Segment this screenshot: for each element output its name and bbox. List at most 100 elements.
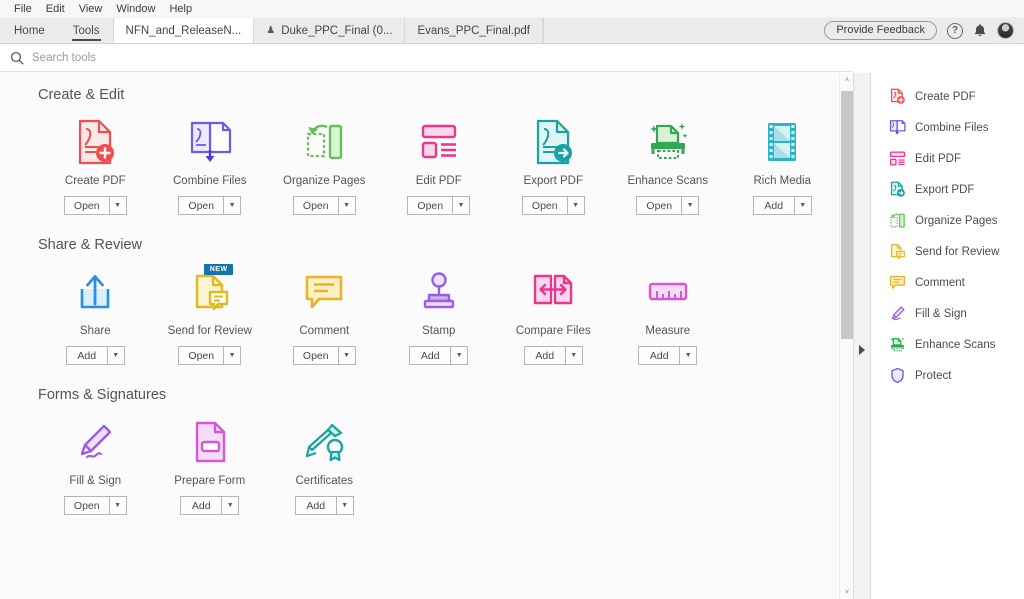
- scroll-down-button[interactable]: ˅: [840, 585, 853, 599]
- tool-edit-pdf[interactable]: Edit PDF Open ▼: [382, 117, 497, 215]
- right-panel-item-send-for-review[interactable]: Send for Review: [871, 236, 1024, 267]
- scrollbar-thumb[interactable]: [841, 91, 853, 339]
- chevron-down-icon[interactable]: ▼: [224, 196, 242, 215]
- tool-share[interactable]: Share Add ▼: [38, 267, 153, 365]
- tool-organize-pages[interactable]: Organize Pages Open ▼: [267, 117, 382, 215]
- help-icon[interactable]: ?: [947, 22, 963, 39]
- nav-tab-home[interactable]: Home: [0, 18, 59, 43]
- tool-compare-files-button[interactable]: Add ▼: [523, 346, 583, 365]
- chevron-down-icon[interactable]: ▼: [107, 346, 125, 365]
- chevron-down-icon[interactable]: ▼: [451, 346, 469, 365]
- tool-edit-pdf-button-label: Open: [407, 196, 454, 215]
- tool-certificates[interactable]: Certificates Add ▼: [267, 417, 382, 515]
- tool-measure-button[interactable]: Add ▼: [638, 346, 698, 365]
- create-pdf-icon: [79, 119, 115, 165]
- chevron-down-icon[interactable]: ▼: [224, 346, 242, 365]
- tool-compare-files[interactable]: Compare Files Add ▼: [496, 267, 611, 365]
- provide-feedback-button[interactable]: Provide Feedback: [824, 21, 937, 40]
- document-tab-3[interactable]: Evans_PPC_Final.pdf: [404, 18, 543, 43]
- tool-export-pdf[interactable]: Export PDF Open ▼: [496, 117, 611, 215]
- tool-send-for-review-button[interactable]: Open ▼: [178, 346, 242, 365]
- chevron-down-icon[interactable]: ▼: [794, 196, 812, 215]
- tool-prepare-form-button[interactable]: Add ▼: [180, 496, 240, 515]
- section-title-create-and-edit: Create & Edit: [38, 87, 125, 103]
- chevron-down-icon[interactable]: ▼: [222, 496, 240, 515]
- notification-bell-icon[interactable]: [973, 23, 987, 38]
- send-for-review-icon-box: NEW: [153, 264, 268, 317]
- tool-edit-pdf-label: Edit PDF: [415, 175, 462, 187]
- tool-comment[interactable]: Comment Open ▼: [267, 267, 382, 365]
- tool-organize-pages-button[interactable]: Open ▼: [292, 196, 356, 215]
- comment-icon: [890, 275, 905, 289]
- right-panel-item-export-pdf[interactable]: Export PDF: [871, 174, 1024, 205]
- menu-item-help[interactable]: Help: [162, 0, 199, 18]
- chevron-down-icon[interactable]: ▼: [567, 196, 585, 215]
- chevron-down-icon[interactable]: ▼: [109, 196, 127, 215]
- right-panel-item-protect[interactable]: Protect: [871, 360, 1024, 391]
- document-tab-2[interactable]: ♟ Duke_PPC_Final (0...: [253, 18, 406, 43]
- tool-comment-button-label: Open: [292, 346, 339, 365]
- document-tab-1[interactable]: NFN_and_ReleaseN...: [112, 18, 255, 43]
- tool-enhance-scans-button[interactable]: Open ▼: [636, 196, 700, 215]
- tool-edit-pdf-button[interactable]: Open ▼: [407, 196, 471, 215]
- chevron-down-icon[interactable]: ▼: [680, 346, 698, 365]
- organize-pages-icon-box: [267, 117, 382, 167]
- right-panel-item-organize-pages[interactable]: Organize Pages: [871, 205, 1024, 236]
- tool-fill-and-sign[interactable]: Fill & Sign Open ▼: [38, 417, 153, 515]
- edit-pdf-icon: [889, 151, 906, 166]
- tool-create-pdf[interactable]: Create PDF Open ▼: [38, 117, 153, 215]
- certificates-icon: [306, 423, 344, 462]
- tool-prepare-form[interactable]: Prepare Form Add ▼: [153, 417, 268, 515]
- scroll-up-button[interactable]: ˄: [840, 73, 853, 87]
- right-panel-item-enhance-scans[interactable]: Enhance Scans: [871, 329, 1024, 360]
- rich-media-icon: [768, 123, 797, 161]
- menu-item-view[interactable]: View: [72, 0, 110, 18]
- menu-item-edit[interactable]: Edit: [39, 0, 72, 18]
- chevron-right-icon[interactable]: [859, 345, 865, 355]
- tool-combine-files[interactable]: Combine Files Open ▼: [153, 117, 268, 215]
- menu-bar: File Edit View Window Help: [0, 0, 1024, 18]
- tool-create-pdf-button[interactable]: Open ▼: [63, 196, 127, 215]
- chevron-down-icon[interactable]: ▼: [453, 196, 471, 215]
- combine-files-icon: [889, 120, 906, 135]
- right-panel-item-create-pdf[interactable]: Create PDF: [871, 81, 1024, 112]
- tool-certificates-label: Certificates: [295, 475, 354, 487]
- tool-fill-and-sign-label: Fill & Sign: [69, 475, 122, 487]
- tool-stamp[interactable]: Stamp Add ▼: [382, 267, 497, 365]
- tab-bar-right-cluster: Provide Feedback ?: [824, 18, 1024, 43]
- nav-tab-tools[interactable]: Tools: [59, 18, 114, 43]
- tool-compare-files-button-label: Add: [523, 346, 566, 365]
- tool-measure[interactable]: Measure Add ▼: [611, 267, 726, 365]
- menu-item-file[interactable]: File: [7, 0, 39, 18]
- tool-rich-media-button[interactable]: Add ▼: [752, 196, 812, 215]
- tool-combine-files-button[interactable]: Open ▼: [178, 196, 242, 215]
- right-panel-item-comment[interactable]: Comment: [871, 267, 1024, 298]
- chevron-down-icon[interactable]: ▼: [565, 346, 583, 365]
- tool-comment-button[interactable]: Open ▼: [292, 346, 356, 365]
- tool-send-for-review-label: Send for Review: [167, 325, 252, 337]
- chevron-down-icon[interactable]: ▼: [336, 496, 354, 515]
- chevron-down-icon[interactable]: ▼: [682, 196, 700, 215]
- tool-fill-and-sign-button[interactable]: Open ▼: [63, 496, 127, 515]
- tool-export-pdf-button-label: Open: [521, 196, 568, 215]
- right-panel-item-combine-files[interactable]: Combine Files: [871, 112, 1024, 143]
- search-icon: [10, 51, 24, 64]
- export-pdf-icon-box: [496, 117, 611, 167]
- panel-collapse-handle[interactable]: [853, 73, 871, 599]
- menu-item-window[interactable]: Window: [109, 0, 162, 18]
- tool-stamp-button[interactable]: Add ▼: [409, 346, 469, 365]
- tool-share-button[interactable]: Add ▼: [65, 346, 125, 365]
- tool-enhance-scans[interactable]: Enhance Scans Open ▼: [611, 117, 726, 215]
- tool-send-for-review[interactable]: NEW Send for Review Open ▼: [153, 264, 268, 365]
- chevron-down-icon[interactable]: ▼: [338, 346, 356, 365]
- search-input[interactable]: [32, 51, 332, 64]
- tool-rich-media[interactable]: Rich Media Add ▼: [725, 117, 840, 215]
- avatar[interactable]: [997, 22, 1014, 39]
- right-panel-item-edit-pdf[interactable]: Edit PDF: [871, 143, 1024, 174]
- vertical-scrollbar[interactable]: ˄ ˅: [839, 73, 853, 599]
- right-panel-item-fill-and-sign[interactable]: Fill & Sign: [871, 298, 1024, 329]
- tool-export-pdf-button[interactable]: Open ▼: [521, 196, 585, 215]
- tool-certificates-button[interactable]: Add ▼: [294, 496, 354, 515]
- chevron-down-icon[interactable]: ▼: [109, 496, 127, 515]
- chevron-down-icon[interactable]: ▼: [338, 196, 356, 215]
